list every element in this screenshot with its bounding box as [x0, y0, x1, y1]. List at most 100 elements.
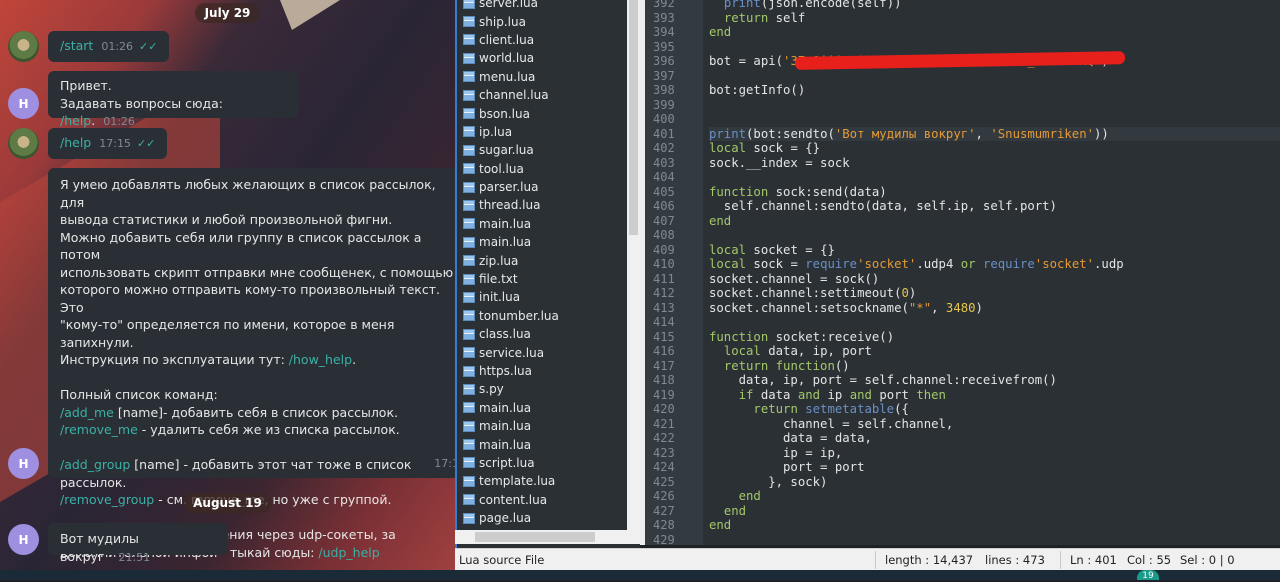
- file-item[interactable]: main.lua: [457, 435, 640, 453]
- code-line[interactable]: function socket:receive(): [709, 330, 1280, 345]
- command-link[interactable]: /remove_me: [60, 422, 138, 437]
- code-line[interactable]: [709, 112, 1280, 127]
- code-line[interactable]: end: [709, 518, 1280, 533]
- code-line[interactable]: self.channel:sendto(data, self.ip, self.…: [709, 199, 1280, 214]
- file-item[interactable]: main.lua: [457, 233, 640, 251]
- file-item[interactable]: tool.lua: [457, 160, 640, 178]
- file-item[interactable]: init.lua: [457, 288, 640, 306]
- file-item[interactable]: content.lua: [457, 491, 640, 509]
- code-line[interactable]: bot:getInfo(): [709, 83, 1280, 98]
- code-line[interactable]: socket.channel = sock(): [709, 272, 1280, 287]
- code-line[interactable]: local sock = require'socket'.udp4 or req…: [709, 257, 1280, 272]
- file-item[interactable]: server.lua: [457, 0, 640, 12]
- scrollbar-thumb[interactable]: [629, 0, 638, 235]
- bot-avatar[interactable]: H: [8, 448, 39, 479]
- command-link[interactable]: /udp_help: [318, 545, 379, 560]
- code-line[interactable]: function sock:send(data): [709, 185, 1280, 200]
- code-line[interactable]: end: [709, 214, 1280, 229]
- code-line[interactable]: local sock = {}: [709, 141, 1280, 156]
- code-line[interactable]: socket.channel:setsockname("*", 3480): [709, 301, 1280, 316]
- file-name: tool.lua: [479, 161, 524, 176]
- scrollbar-thumb[interactable]: [475, 532, 595, 542]
- file-item[interactable]: ip.lua: [457, 123, 640, 141]
- file-item[interactable]: main.lua: [457, 417, 640, 435]
- file-list-horizontal-scrollbar[interactable]: [455, 530, 640, 544]
- file-item[interactable]: channel.lua: [457, 86, 640, 104]
- file-item[interactable]: client.lua: [457, 31, 640, 49]
- code-line[interactable]: print(bot:sendto('Вот мудилы вокруг', 'S…: [709, 126, 1280, 141]
- message-bubble: /start 01:26 ✓✓: [48, 31, 170, 62]
- code-line[interactable]: [709, 40, 1280, 55]
- line-number-gutter: 392 393 394 395 396 397 398 399 400 401 402 403 404 4…: [645, 0, 703, 545]
- code-line[interactable]: [709, 98, 1280, 113]
- code-line[interactable]: channel = self.channel,: [709, 417, 1280, 432]
- code-line[interactable]: port = port: [709, 460, 1280, 475]
- file-item[interactable]: sugar.lua: [457, 141, 640, 159]
- code-editor[interactable]: 392 393 394 395 396 397 398 399 400 401 402 403 404 4…: [640, 0, 1280, 545]
- file-item[interactable]: thread.lua: [457, 196, 640, 214]
- code-line[interactable]: end: [709, 489, 1280, 504]
- code-token: end: [709, 213, 732, 228]
- code-line[interactable]: data = data,: [709, 431, 1280, 446]
- code-line[interactable]: ip = ip,: [709, 446, 1280, 461]
- file-item[interactable]: main.lua: [457, 399, 640, 417]
- file-icon: [463, 126, 475, 138]
- file-item[interactable]: class.lua: [457, 325, 640, 343]
- line-number: 407: [653, 213, 675, 228]
- file-item[interactable]: s.py: [457, 380, 640, 398]
- file-item[interactable]: page.lua: [457, 509, 640, 527]
- file-item[interactable]: bson.lua: [457, 104, 640, 122]
- code-line[interactable]: return setmetatable({: [709, 402, 1280, 417]
- message-time: 01:26: [103, 115, 135, 128]
- command-link[interactable]: /help: [60, 113, 91, 128]
- code-line[interactable]: data, ip, port = self.channel:receivefro…: [709, 373, 1280, 388]
- notification-badge[interactable]: 19: [1137, 570, 1159, 581]
- code-line[interactable]: local socket = {}: [709, 243, 1280, 258]
- file-item[interactable]: tonumber.lua: [457, 307, 640, 325]
- code-line[interactable]: sock.__index = sock: [709, 156, 1280, 171]
- command-link[interactable]: /add_group: [60, 457, 130, 472]
- code-token: local: [709, 141, 747, 155]
- code-line[interactable]: [709, 228, 1280, 243]
- bot-avatar[interactable]: H: [8, 524, 39, 555]
- file-item[interactable]: file.txt: [457, 270, 640, 288]
- code-line[interactable]: [709, 69, 1280, 84]
- code-line[interactable]: socket.channel:settimeout(0): [709, 286, 1280, 301]
- file-item[interactable]: zip.lua: [457, 251, 640, 269]
- user-avatar[interactable]: [8, 31, 39, 62]
- file-item[interactable]: menu.lua: [457, 68, 640, 86]
- code-line[interactable]: return function(): [709, 359, 1280, 374]
- file-item[interactable]: main.lua: [457, 215, 640, 233]
- file-list-vertical-scrollbar[interactable]: [627, 0, 640, 530]
- file-item[interactable]: script.lua: [457, 454, 640, 472]
- command-link[interactable]: /remove_group: [60, 492, 154, 507]
- code-line[interactable]: [709, 170, 1280, 185]
- file-item[interactable]: parser.lua: [457, 178, 640, 196]
- code-line[interactable]: [709, 533, 1280, 546]
- code-line[interactable]: if data and ip and port then: [709, 388, 1280, 403]
- code-line[interactable]: local data, ip, port: [709, 344, 1280, 359]
- command-link[interactable]: /how_help: [289, 352, 352, 367]
- code-token: setmetatable: [805, 402, 895, 416]
- file-item[interactable]: service.lua: [457, 343, 640, 361]
- file-item[interactable]: template.lua: [457, 472, 640, 490]
- bot-avatar[interactable]: H: [8, 88, 39, 119]
- user-avatar[interactable]: [8, 128, 39, 159]
- file-item[interactable]: https.lua: [457, 362, 640, 380]
- file-item[interactable]: ship.lua: [457, 12, 640, 30]
- command-link[interactable]: /start: [60, 38, 93, 53]
- code-line[interactable]: end: [709, 504, 1280, 519]
- code-line[interactable]: [709, 315, 1280, 330]
- code-line[interactable]: }, sock): [709, 475, 1280, 490]
- code-line[interactable]: return self: [709, 11, 1280, 26]
- command-link[interactable]: /add_me: [60, 405, 114, 420]
- code-token: socket.channel = sock(): [709, 271, 880, 286]
- code-token: return: [723, 10, 769, 25]
- file-item[interactable]: world.lua: [457, 49, 640, 67]
- command-link[interactable]: /help: [60, 135, 91, 150]
- code-line[interactable]: end: [709, 25, 1280, 40]
- code-line[interactable]: print(json.encode(self)): [709, 0, 1280, 11]
- line-number: 409: [653, 242, 675, 257]
